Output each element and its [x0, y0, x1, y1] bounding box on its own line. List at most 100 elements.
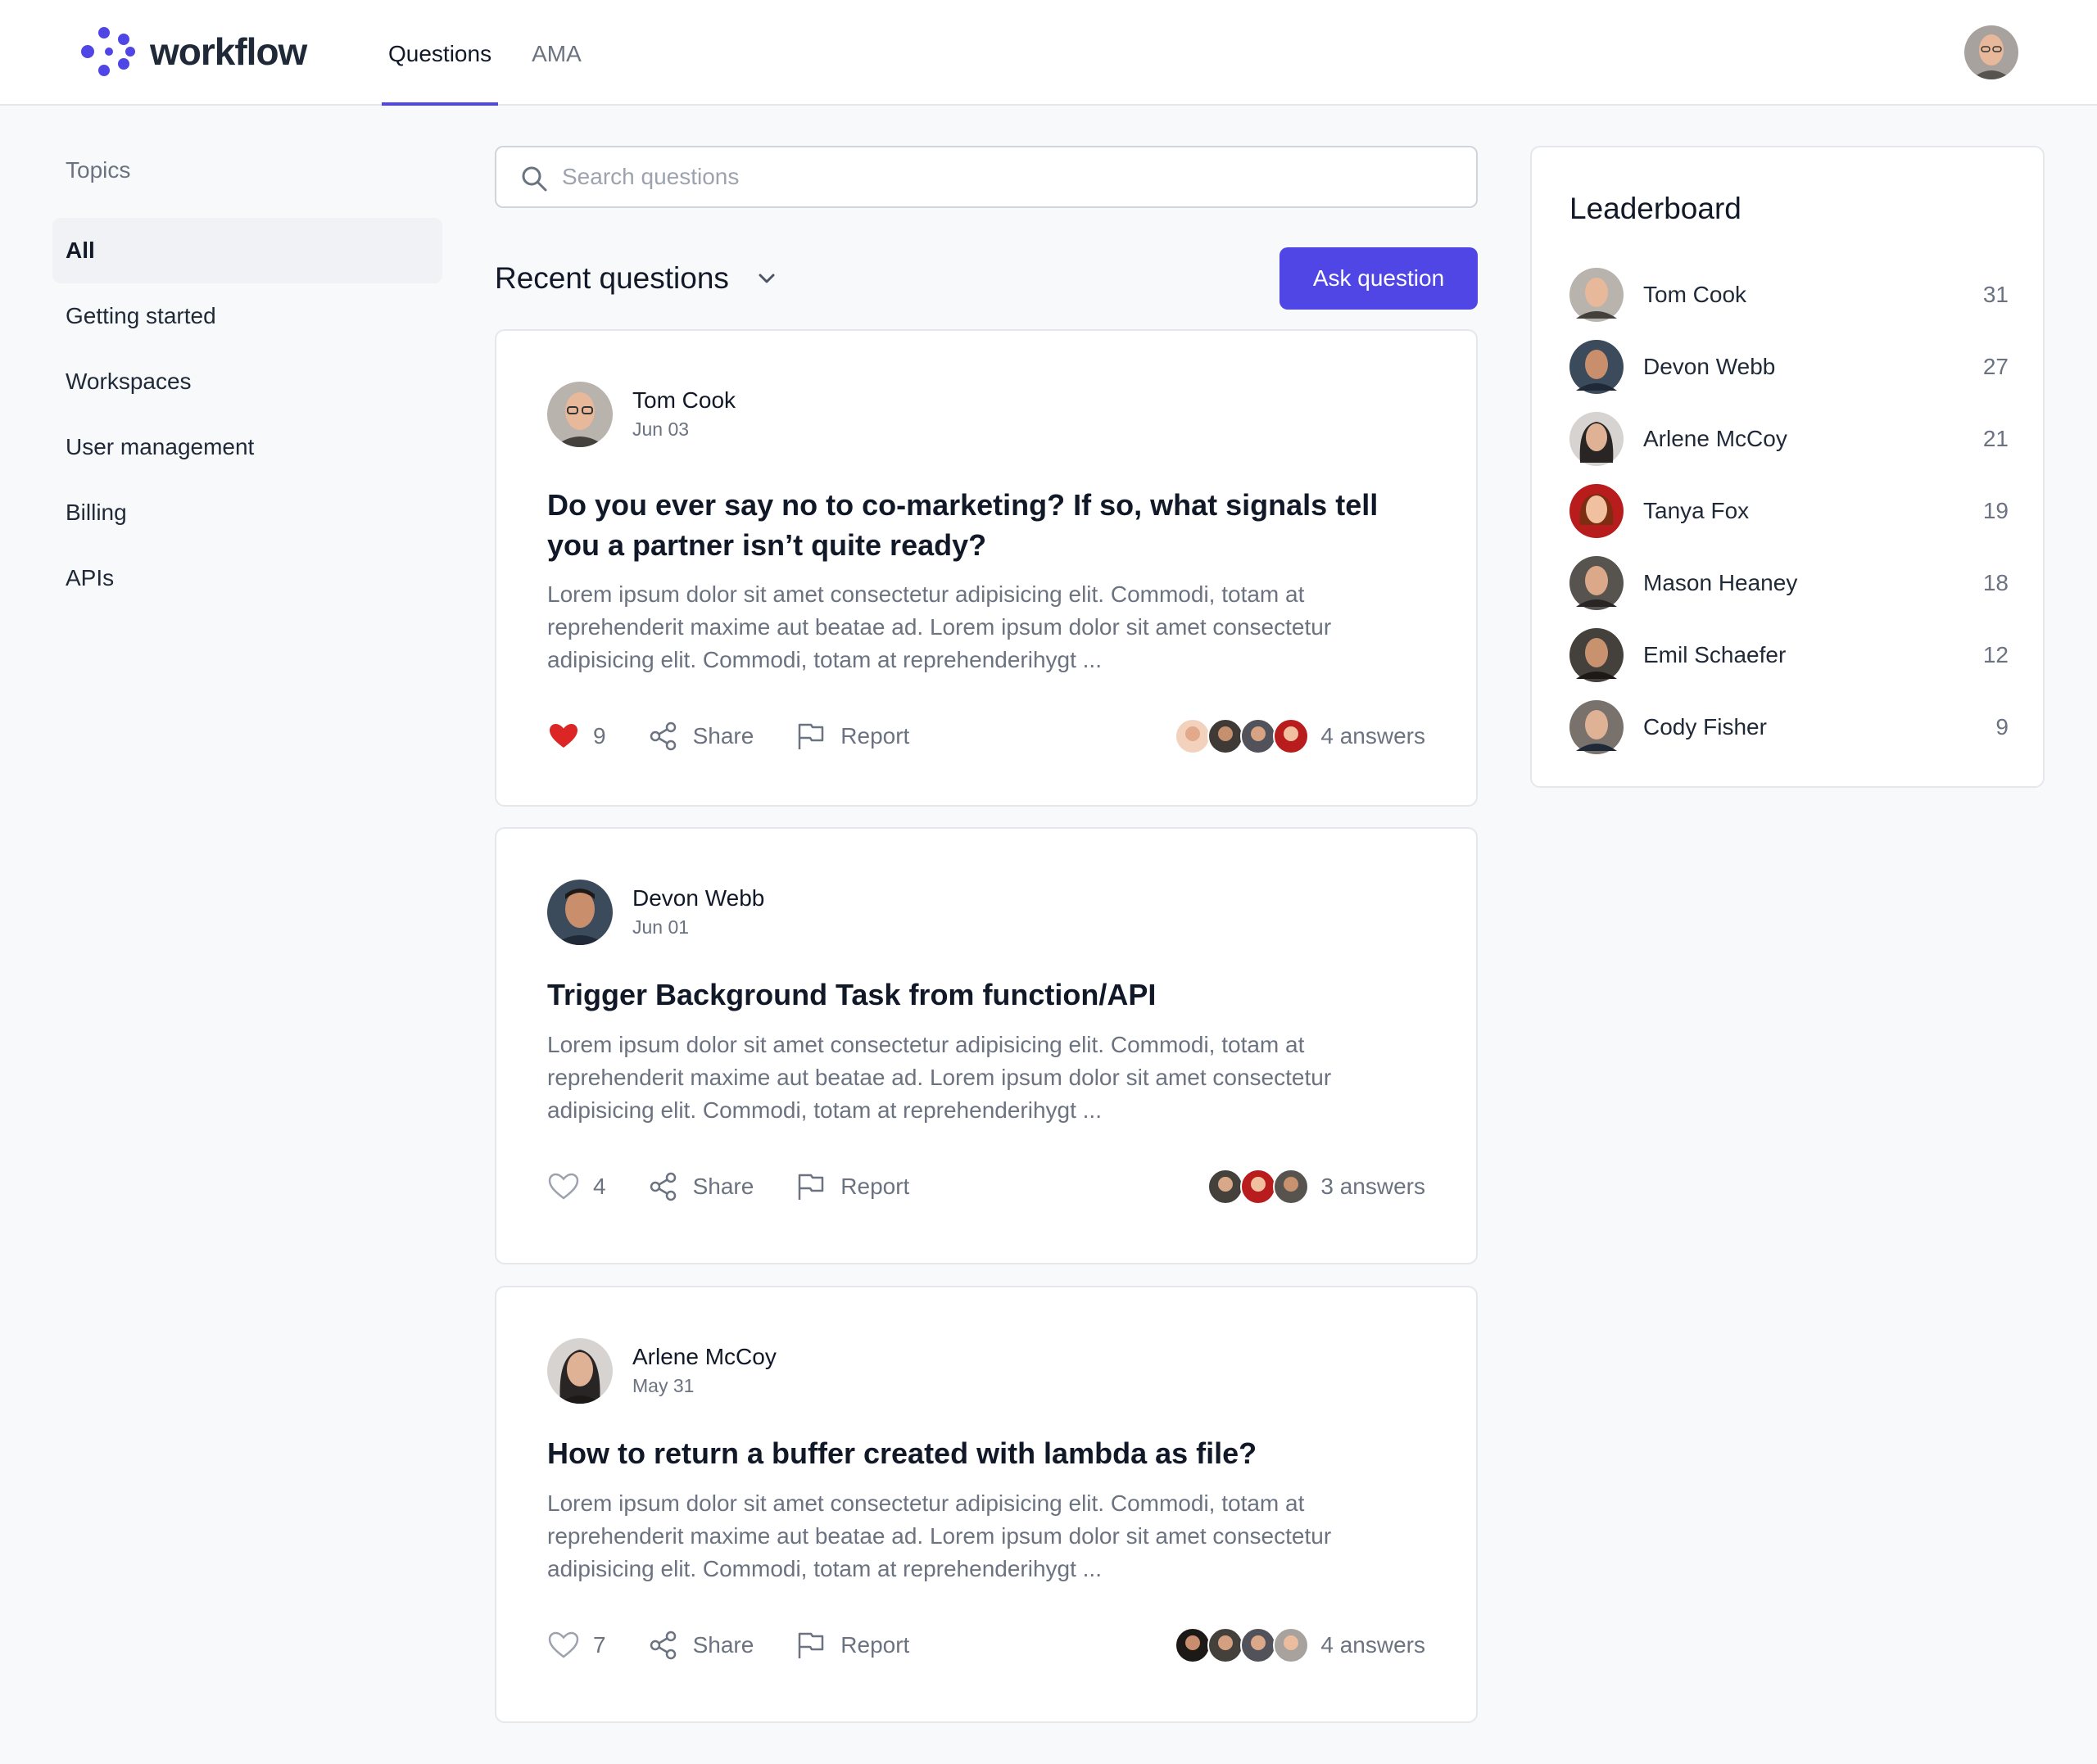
question-actions: 9 Share Report — [547, 716, 950, 757]
search-icon — [522, 166, 547, 192]
answerer-avatar — [1175, 718, 1212, 754]
tab-ama[interactable]: AMA — [525, 0, 588, 104]
brand-logo[interactable]: workflow — [79, 26, 307, 77]
heart-filled-icon — [550, 724, 577, 748]
answers-link[interactable]: 4 answers — [1175, 716, 1425, 757]
answerer-avatars — [1175, 718, 1310, 754]
answerer-avatar — [1240, 1169, 1277, 1205]
answerer-avatar — [1273, 1169, 1310, 1205]
question-actions: 4 Share Report — [547, 1166, 950, 1207]
sidebar-item-getting-started[interactable]: Getting started — [52, 283, 442, 349]
leaderboard-row[interactable]: Emil Schaefer 12 — [1569, 619, 2009, 691]
share-label: Share — [692, 1632, 754, 1658]
sidebar-item-user-management[interactable]: User management — [52, 414, 442, 480]
answerer-avatar — [1207, 718, 1244, 754]
leaderboard-row[interactable]: Devon Webb 27 — [1569, 331, 2009, 403]
question-title[interactable]: Trigger Background Task from function/AP… — [547, 975, 1415, 1015]
author-name[interactable]: Arlene McCoy — [632, 1342, 777, 1372]
question-author[interactable]: Tom Cook Jun 03 — [547, 382, 736, 447]
leaderboard-score: 27 — [1982, 354, 2009, 379]
answerer-avatar — [1207, 1627, 1244, 1663]
report-label: Report — [840, 723, 910, 749]
sidebar-item-billing[interactable]: Billing — [52, 480, 442, 545]
question-title[interactable]: Do you ever say no to co-marketing? If s… — [547, 485, 1415, 565]
leaderboard-score: 19 — [1982, 498, 2009, 523]
like-button[interactable]: 7 — [547, 1629, 606, 1662]
ask-question-button[interactable]: Ask question — [1279, 247, 1478, 310]
search-input[interactable] — [562, 156, 1455, 198]
flag-icon — [799, 1174, 824, 1200]
question-author[interactable]: Devon Webb Jun 01 — [547, 880, 764, 945]
leaderboard-row[interactable]: Mason Heaney 18 — [1569, 547, 2009, 619]
author-avatar — [547, 1338, 613, 1404]
heart-outline-icon — [548, 1631, 579, 1658]
avatar — [1569, 340, 1624, 394]
share-button[interactable]: Share — [647, 720, 754, 753]
flag-icon — [799, 723, 824, 749]
leaderboard-name: Devon Webb — [1643, 354, 1776, 379]
question-author[interactable]: Arlene McCoy May 31 — [547, 1338, 777, 1404]
share-button[interactable]: Share — [647, 1629, 754, 1662]
question-card[interactable]: Devon Webb Jun 01 Trigger Background Tas… — [495, 827, 1478, 1264]
share-icon — [650, 1172, 676, 1201]
leaderboard-score: 21 — [1982, 426, 2009, 451]
workflow-logo-icon — [81, 27, 135, 76]
author-name[interactable]: Tom Cook — [632, 386, 736, 415]
report-label: Report — [840, 1174, 910, 1199]
avatar — [1569, 268, 1624, 322]
answers-link[interactable]: 4 answers — [1175, 1625, 1425, 1666]
search-box — [495, 146, 1478, 208]
share-button[interactable]: Share — [647, 1170, 754, 1203]
author-avatar — [547, 382, 613, 447]
leaderboard-row[interactable]: Cody Fisher 9 — [1569, 691, 2009, 763]
share-label: Share — [692, 723, 754, 749]
like-button[interactable]: 4 — [547, 1170, 606, 1203]
answerer-avatar — [1240, 718, 1277, 754]
answers-link[interactable]: 3 answers — [1207, 1166, 1425, 1207]
question-excerpt: Lorem ipsum dolor sit amet consectetur a… — [547, 1490, 1332, 1581]
recent-questions-sort[interactable]: Recent questions — [495, 247, 778, 310]
leaderboard-name: Arlene McCoy — [1643, 426, 1787, 451]
leaderboard-panel: Leaderboard Tom Cook 31 Devon Webb 27 Ar… — [1530, 146, 2045, 788]
sidebar-item-workspaces[interactable]: Workspaces — [52, 349, 442, 414]
question-excerpt: Lorem ipsum dolor sit amet consectetur a… — [547, 1032, 1332, 1123]
like-button[interactable]: 9 — [547, 720, 606, 753]
list-heading: Recent questions — [495, 261, 729, 295]
leaderboard-name: Tanya Fox — [1643, 498, 1750, 523]
chevron-down-icon — [759, 274, 775, 283]
author-name[interactable]: Devon Webb — [632, 884, 764, 913]
leaderboard-score: 12 — [1982, 642, 2009, 667]
question-actions: 7 Share Report — [547, 1625, 950, 1666]
report-label: Report — [840, 1632, 910, 1658]
avatar — [1569, 556, 1624, 610]
answerer-avatar — [1240, 1627, 1277, 1663]
question-date: Jun 03 — [632, 418, 690, 440]
topics-list: All Getting started Workspaces User mana… — [52, 218, 442, 611]
leaderboard-list: Tom Cook 31 Devon Webb 27 Arlene McCoy 2… — [1569, 259, 2009, 763]
question-date: Jun 01 — [632, 916, 690, 938]
question-title[interactable]: How to return a buffer created with lamb… — [547, 1433, 1415, 1473]
flag-icon — [799, 1632, 824, 1658]
report-button[interactable]: Report — [795, 1629, 909, 1662]
share-icon — [650, 1631, 676, 1660]
report-button[interactable]: Report — [795, 1170, 909, 1203]
leaderboard-row[interactable]: Tom Cook 31 — [1569, 259, 2009, 331]
question-date: May 31 — [632, 1375, 695, 1396]
leaderboard-score: 9 — [1995, 714, 2009, 740]
avatar — [1569, 484, 1624, 538]
sidebar-item-apis[interactable]: APIs — [52, 545, 442, 611]
like-count: 7 — [593, 1632, 606, 1658]
user-avatar[interactable] — [1964, 25, 2018, 79]
tab-questions[interactable]: Questions — [382, 0, 499, 106]
question-card[interactable]: Tom Cook Jun 03 Do you ever say no to co… — [495, 329, 1478, 807]
sidebar-item-all[interactable]: All — [52, 218, 442, 283]
sidebar-title: Topics — [66, 157, 131, 183]
leaderboard-score: 18 — [1982, 570, 2009, 595]
report-button[interactable]: Report — [795, 720, 909, 753]
leaderboard-row[interactable]: Tanya Fox 19 — [1569, 475, 2009, 547]
leaderboard-row[interactable]: Arlene McCoy 21 — [1569, 403, 2009, 475]
question-card[interactable]: Arlene McCoy May 31 How to return a buff… — [495, 1286, 1478, 1723]
top-navbar: workflow Questions AMA — [0, 0, 2097, 106]
answers-count: 3 answers — [1320, 1174, 1425, 1199]
leaderboard-name: Emil Schaefer — [1643, 642, 1787, 667]
